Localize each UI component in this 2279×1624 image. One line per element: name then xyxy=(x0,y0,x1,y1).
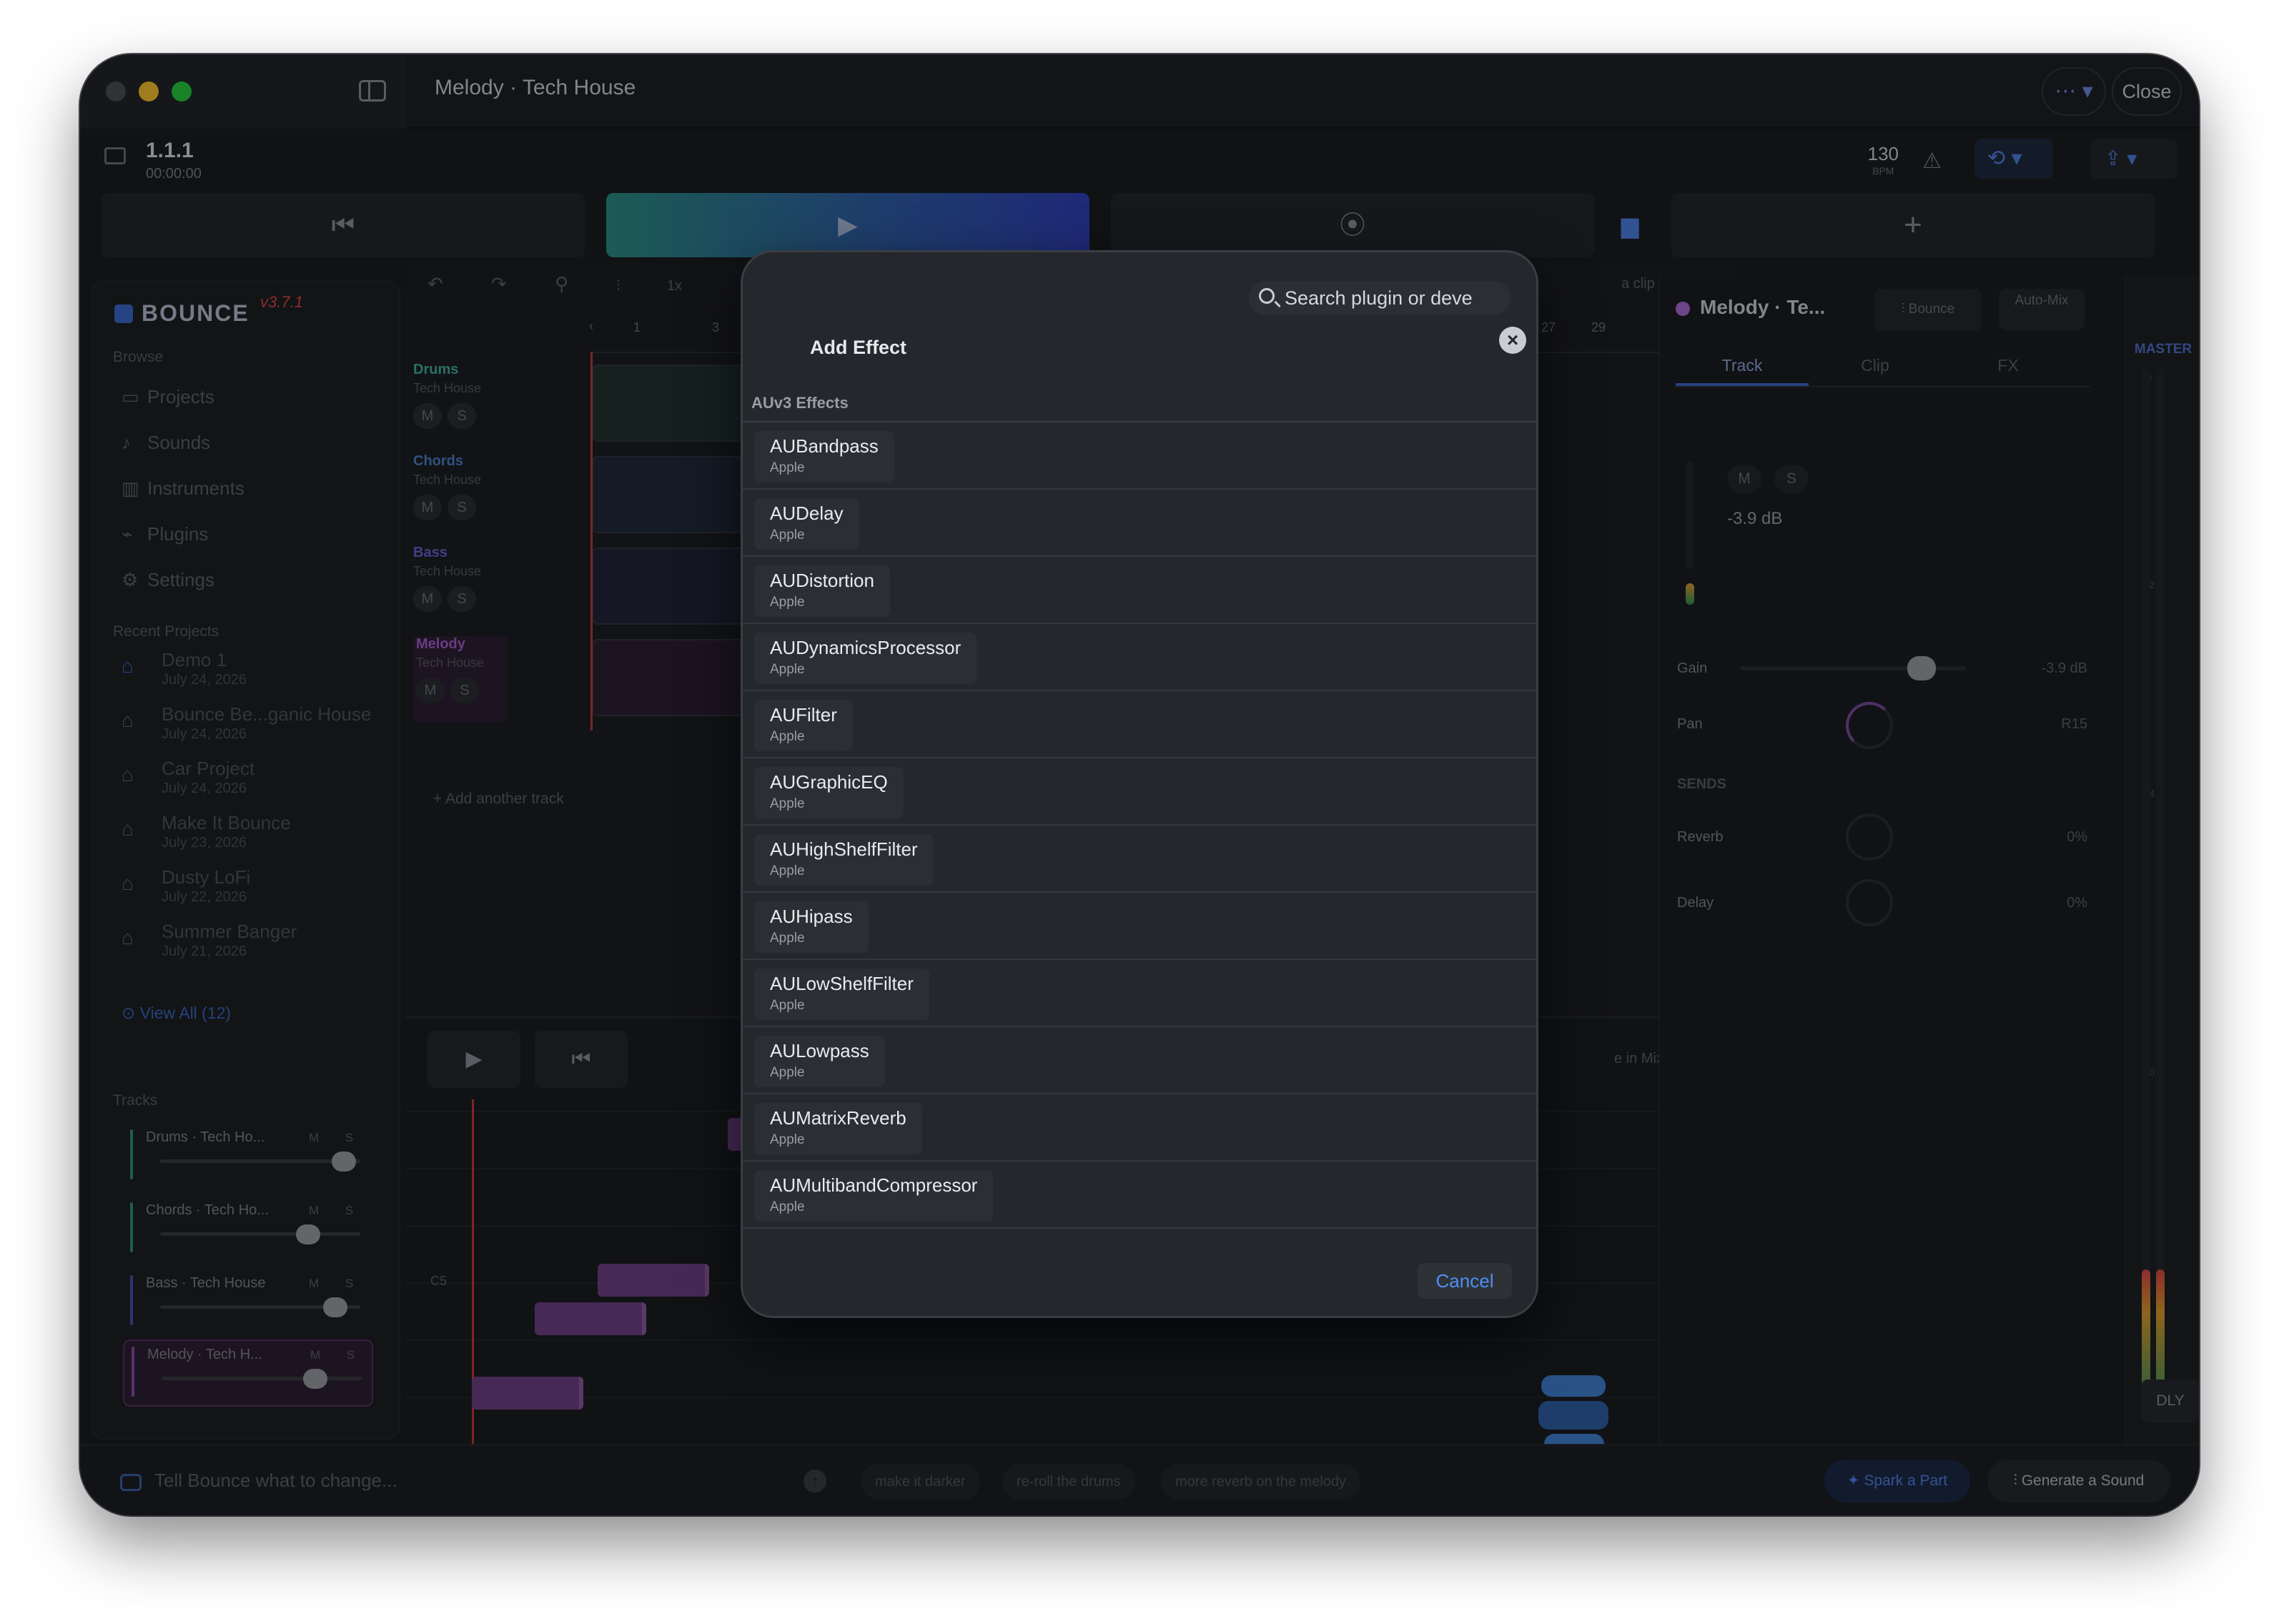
effect-card[interactable]: AUHighShelfFilter Apple xyxy=(754,834,934,886)
effect-row[interactable]: AUGraphicEQ Apple xyxy=(743,758,1536,826)
effect-row[interactable]: AUMatrixReverb Apple xyxy=(743,1094,1536,1162)
effect-vendor: Apple xyxy=(770,595,805,610)
plugin-search-input[interactable]: Search plugin or deve xyxy=(1249,281,1511,315)
effect-name: AUDistortion xyxy=(770,570,874,591)
effect-name: AUHipass xyxy=(770,906,853,927)
effect-vendor: Apple xyxy=(770,1199,805,1214)
effect-vendor: Apple xyxy=(770,931,805,946)
effect-card[interactable]: AUBandpass Apple xyxy=(754,431,894,482)
effect-card[interactable]: AUDistortion Apple xyxy=(754,565,890,617)
section-heading: AUv3 Effects xyxy=(751,394,849,412)
effect-row[interactable]: AULowpass Apple xyxy=(743,1027,1536,1094)
effect-name: AUDynamicsProcessor xyxy=(770,637,961,658)
effect-row[interactable]: AUDelay Apple xyxy=(743,490,1536,557)
effect-row[interactable]: AUFilter Apple xyxy=(743,691,1536,758)
effect-row[interactable]: AUBandpass Apple xyxy=(743,422,1536,490)
effect-card[interactable]: AULowShelfFilter Apple xyxy=(754,969,929,1020)
effect-card[interactable]: AUDynamicsProcessor Apple xyxy=(754,633,977,684)
effect-row[interactable]: AUDistortion Apple xyxy=(743,557,1536,624)
effect-card[interactable]: AUMatrixReverb Apple xyxy=(754,1103,922,1154)
effect-row[interactable]: AUDynamicsProcessor Apple xyxy=(743,624,1536,691)
add-effect-dialog: Search plugin or deve Add Effect × AUv3 … xyxy=(741,250,1538,1318)
effect-vendor: Apple xyxy=(770,998,805,1013)
effect-name: AUDelay xyxy=(770,502,844,524)
effect-card[interactable]: AUFilter Apple xyxy=(754,700,853,751)
search-icon xyxy=(1259,288,1275,304)
effect-vendor: Apple xyxy=(770,528,805,543)
effect-row[interactable]: AUHipass Apple xyxy=(743,893,1536,960)
effect-vendor: Apple xyxy=(770,1065,805,1080)
effect-name: AUFilter xyxy=(770,704,837,726)
effect-card[interactable]: AULowpass Apple xyxy=(754,1036,885,1087)
effect-vendor: Apple xyxy=(770,863,805,878)
effect-name: AUMultibandCompressor xyxy=(770,1174,978,1196)
effect-name: AUHighShelfFilter xyxy=(770,838,918,860)
dialog-title: Add Effect xyxy=(810,337,906,358)
effect-card[interactable]: AUHipass Apple xyxy=(754,901,869,953)
effect-card[interactable]: AUGraphicEQ Apple xyxy=(754,767,904,818)
effect-row[interactable]: AUMultibandCompressor Apple xyxy=(743,1162,1536,1229)
effect-name: AUMatrixReverb xyxy=(770,1107,906,1129)
effect-list: AUBandpass Apple AUDelay Apple AUDistortio… xyxy=(743,422,1536,1232)
effect-name: AULowpass xyxy=(770,1040,869,1061)
effect-name: AUGraphicEQ xyxy=(770,771,888,793)
effect-vendor: Apple xyxy=(770,796,805,811)
effect-vendor: Apple xyxy=(770,729,805,744)
effect-card[interactable]: AUMultibandCompressor Apple xyxy=(754,1170,994,1222)
effect-name: AULowShelfFilter xyxy=(770,973,914,994)
effect-name: AUBandpass xyxy=(770,435,879,457)
effect-row[interactable]: AULowShelfFilter Apple xyxy=(743,960,1536,1027)
cancel-button[interactable]: Cancel xyxy=(1418,1263,1512,1299)
close-icon[interactable]: × xyxy=(1499,327,1526,354)
effect-row[interactable]: AUHighShelfFilter Apple xyxy=(743,826,1536,893)
effect-vendor: Apple xyxy=(770,662,805,677)
effect-vendor: Apple xyxy=(770,1132,805,1147)
effect-vendor: Apple xyxy=(770,460,805,475)
effect-card[interactable]: AUDelay Apple xyxy=(754,498,859,550)
